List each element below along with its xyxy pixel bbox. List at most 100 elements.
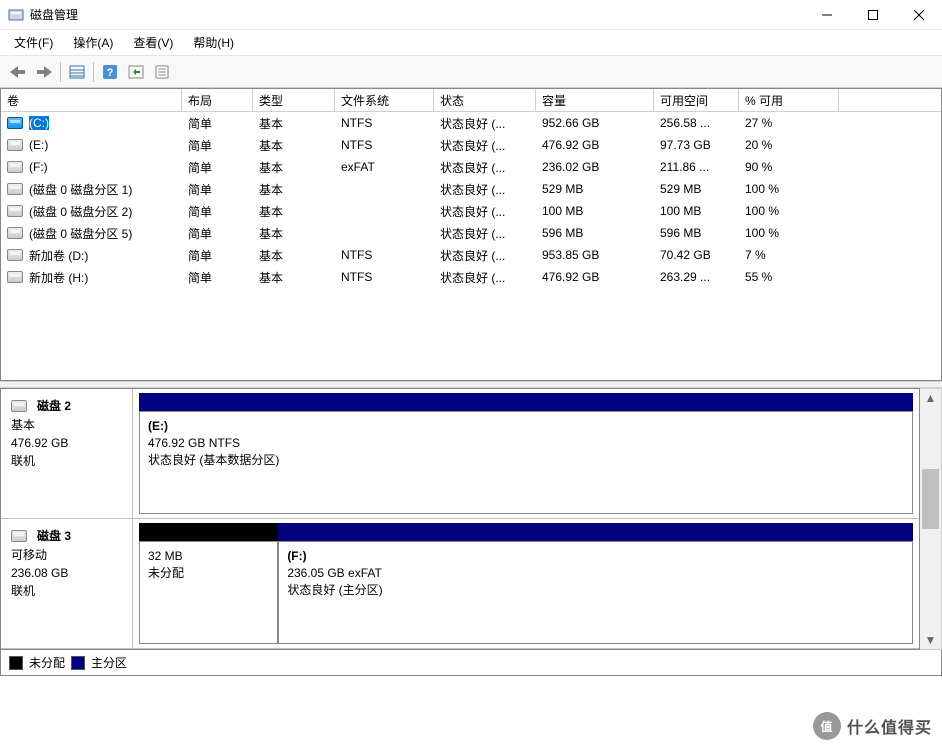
cell-layout: 简单	[182, 202, 253, 221]
segment-primary	[139, 393, 913, 411]
disk-block[interactable]: 磁盘 3可移动236.08 GB联机32 MB未分配(F:)236.05 GB …	[1, 519, 919, 649]
volume-list-header: 卷 布局 类型 文件系统 状态 容量 可用空间 % 可用	[1, 89, 941, 112]
cell-type: 基本	[253, 180, 335, 199]
watermark-text: 什么值得买	[847, 714, 932, 738]
cell-free: 263.29 ...	[654, 269, 739, 285]
menu-help[interactable]: 帮助(H)	[183, 30, 244, 55]
cell-layout: 简单	[182, 180, 253, 199]
cell-fs: NTFS	[335, 137, 434, 153]
cell-type: 基本	[253, 246, 335, 265]
cell-free: 596 MB	[654, 225, 739, 241]
partition-status: 未分配	[148, 565, 269, 582]
properties-button[interactable]	[150, 60, 174, 84]
table-row[interactable]: (C:)简单基本NTFS状态良好 (...952.66 GB256.58 ...…	[1, 112, 941, 134]
col-layout[interactable]: 布局	[182, 89, 253, 111]
scrollbar[interactable]: ▲ ▼	[920, 388, 942, 650]
col-capacity[interactable]: 容量	[536, 89, 654, 111]
disk-block[interactable]: 磁盘 2基本476.92 GB联机(E:)476.92 GB NTFS状态良好 …	[1, 389, 919, 519]
cell-layout: 简单	[182, 136, 253, 155]
partition-size: 476.92 GB NTFS	[148, 435, 904, 452]
cell-status: 状态良好 (...	[434, 246, 536, 265]
partition-status: 状态良好 (主分区)	[287, 582, 904, 599]
cell-capacity: 529 MB	[536, 181, 654, 197]
close-button[interactable]	[896, 0, 942, 30]
svg-text:?: ?	[107, 67, 114, 79]
back-button[interactable]	[6, 60, 30, 84]
scrollbar-thumb[interactable]	[922, 469, 939, 529]
cell-fs: exFAT	[335, 159, 434, 175]
cell-type: 基本	[253, 136, 335, 155]
col-filesystem[interactable]: 文件系统	[335, 89, 434, 111]
disk-map[interactable]: 磁盘 2基本476.92 GB联机(E:)476.92 GB NTFS状态良好 …	[0, 388, 920, 650]
table-row[interactable]: 新加卷 (H:)简单基本NTFS状态良好 (...476.92 GB263.29…	[1, 266, 941, 288]
drive-icon	[7, 117, 23, 129]
cell-pct: 20 %	[739, 137, 839, 153]
partition-title: (F:)	[287, 548, 904, 565]
drive-icon	[7, 205, 23, 217]
view-list-button[interactable]	[65, 60, 89, 84]
cell-capacity: 476.92 GB	[536, 269, 654, 285]
legend-swatch-unallocated	[9, 656, 23, 670]
cell-fs: NTFS	[335, 247, 434, 263]
watermark-logo-icon: 值	[813, 712, 841, 740]
menu-action[interactable]: 操作(A)	[63, 30, 123, 55]
refresh-button[interactable]	[124, 60, 148, 84]
toolbar-separator	[93, 62, 94, 82]
volume-name: (磁盘 0 磁盘分区 1)	[29, 181, 132, 198]
volume-list-body[interactable]: (C:)简单基本NTFS状态良好 (...952.66 GB256.58 ...…	[1, 112, 941, 380]
cell-fs: NTFS	[335, 115, 434, 131]
splitter[interactable]	[0, 381, 942, 388]
partition-size: 236.05 GB exFAT	[287, 565, 904, 582]
cell-capacity: 952.66 GB	[536, 115, 654, 131]
menu-view[interactable]: 查看(V)	[123, 30, 183, 55]
cell-pct: 100 %	[739, 181, 839, 197]
cell-free: 70.42 GB	[654, 247, 739, 263]
cell-type: 基本	[253, 158, 335, 177]
help-button[interactable]: ?	[98, 60, 122, 84]
cell-fs	[335, 232, 434, 234]
volume-name: 新加卷 (D:)	[29, 247, 88, 264]
cell-type: 基本	[253, 224, 335, 243]
cell-layout: 简单	[182, 246, 253, 265]
table-row[interactable]: 新加卷 (D:)简单基本NTFS状态良好 (...953.85 GB70.42 …	[1, 244, 941, 266]
disk-capacity: 236.08 GB	[11, 564, 122, 582]
cell-free: 256.58 ...	[654, 115, 739, 131]
table-row[interactable]: (磁盘 0 磁盘分区 5)简单基本状态良好 (...596 MB596 MB10…	[1, 222, 941, 244]
window-title: 磁盘管理	[30, 6, 804, 23]
disk-capacity: 476.92 GB	[11, 434, 122, 452]
maximize-button[interactable]	[850, 0, 896, 30]
partition-box[interactable]: (F:)236.05 GB exFAT状态良好 (主分区)	[278, 541, 913, 644]
cell-free: 211.86 ...	[654, 159, 739, 175]
table-row[interactable]: (F:)简单基本exFAT状态良好 (...236.02 GB211.86 ..…	[1, 156, 941, 178]
forward-button[interactable]	[32, 60, 56, 84]
drive-icon	[7, 271, 23, 283]
scroll-down-icon[interactable]: ▼	[920, 631, 941, 649]
col-percent[interactable]: % 可用	[739, 89, 839, 111]
cell-pct: 27 %	[739, 115, 839, 131]
partition-box[interactable]: 32 MB未分配	[139, 541, 278, 644]
cell-free: 100 MB	[654, 203, 739, 219]
col-volume[interactable]: 卷	[1, 89, 182, 111]
table-row[interactable]: (磁盘 0 磁盘分区 1)简单基本状态良好 (...529 MB529 MB10…	[1, 178, 941, 200]
disk-title: 磁盘 3	[37, 527, 71, 544]
drive-icon	[7, 139, 23, 151]
partition-box[interactable]: (E:)476.92 GB NTFS状态良好 (基本数据分区)	[139, 411, 913, 514]
partition-bar	[139, 393, 913, 411]
segment-unalloc	[139, 523, 278, 541]
col-free[interactable]: 可用空间	[654, 89, 739, 111]
cell-type: 基本	[253, 114, 335, 133]
cell-free: 97.73 GB	[654, 137, 739, 153]
disk-partitions: 32 MB未分配(F:)236.05 GB exFAT状态良好 (主分区)	[133, 519, 919, 648]
cell-capacity: 596 MB	[536, 225, 654, 241]
minimize-button[interactable]	[804, 0, 850, 30]
menu-file[interactable]: 文件(F)	[4, 30, 63, 55]
col-status[interactable]: 状态	[434, 89, 536, 111]
scroll-up-icon[interactable]: ▲	[920, 389, 941, 407]
cell-layout: 简单	[182, 158, 253, 177]
table-row[interactable]: (磁盘 0 磁盘分区 2)简单基本状态良好 (...100 MB100 MB10…	[1, 200, 941, 222]
toolbar: ?	[0, 56, 942, 88]
legend-label-primary: 主分区	[91, 654, 127, 671]
col-type[interactable]: 类型	[253, 89, 335, 111]
cell-capacity: 236.02 GB	[536, 159, 654, 175]
table-row[interactable]: (E:)简单基本NTFS状态良好 (...476.92 GB97.73 GB20…	[1, 134, 941, 156]
